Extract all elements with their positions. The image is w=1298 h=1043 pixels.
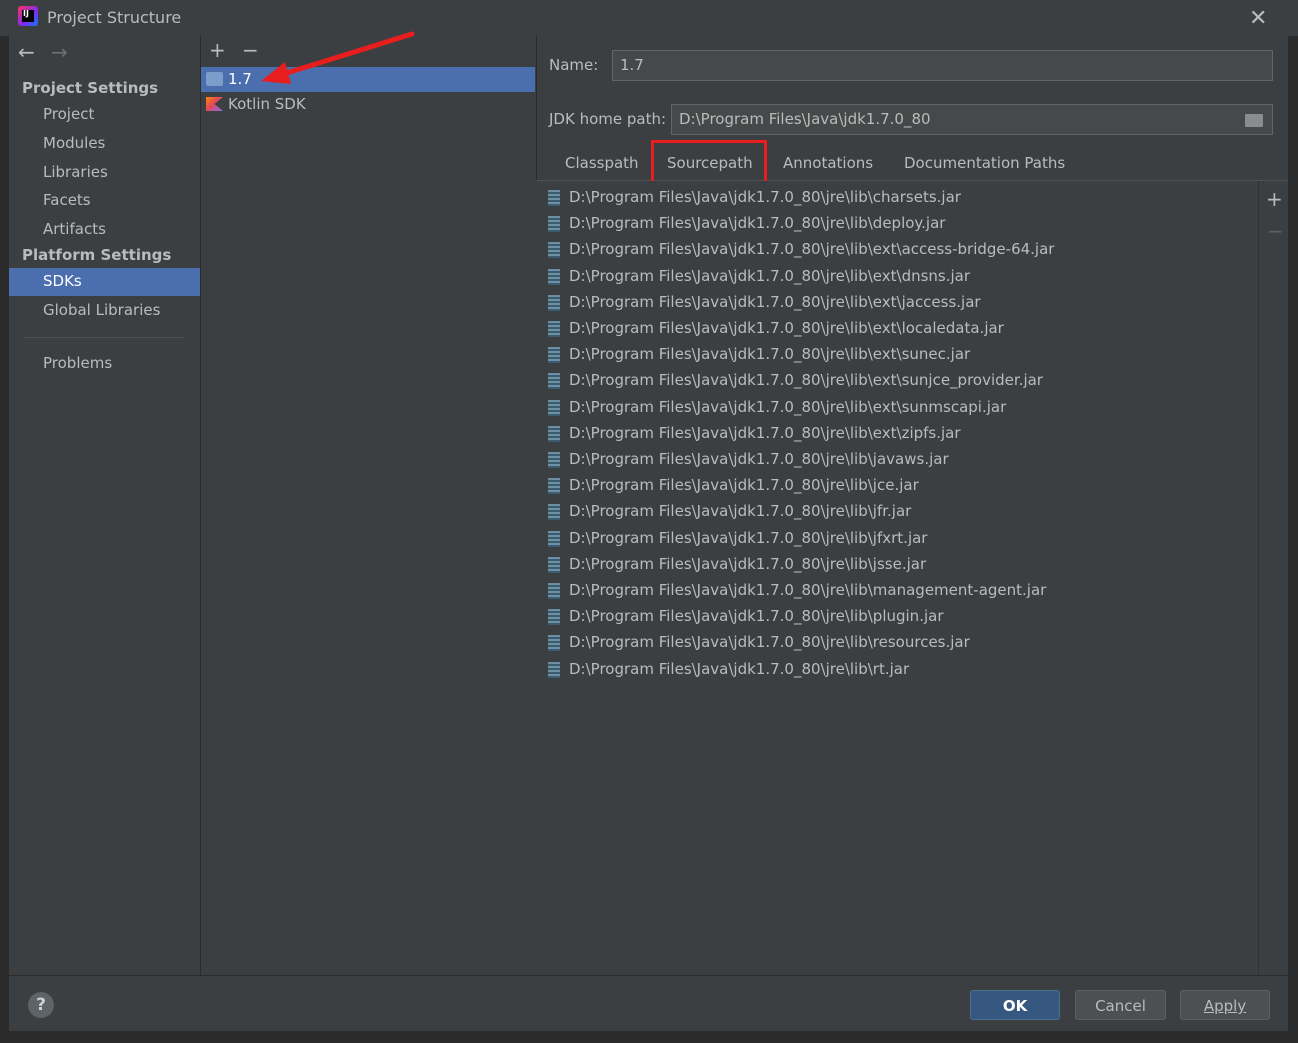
classpath-entry-text: D:\Program Files\Java\jdk1.7.0_80\jre\li… — [569, 607, 944, 626]
jar-file-icon — [548, 373, 560, 390]
sidebar-item-label: Global Libraries — [43, 301, 161, 319]
back-arrow-icon[interactable]: ← — [18, 40, 35, 64]
sidebar-item-problems[interactable]: Problems — [9, 350, 200, 378]
classpath-entry-text: D:\Program Files\Java\jdk1.7.0_80\jre\li… — [569, 476, 919, 495]
jar-file-icon — [548, 556, 560, 573]
classpath-entry-text: D:\Program Files\Java\jdk1.7.0_80\jre\li… — [569, 450, 949, 468]
sidebar-item-label: Facets — [43, 191, 91, 209]
classpath-entry-text: D:\Program Files\Java\jdk1.7.0_80\jre\li… — [569, 423, 961, 442]
cancel-button[interactable]: Cancel — [1075, 990, 1166, 1020]
jar-file-icon — [548, 452, 560, 468]
sidebar-item-global-libraries[interactable]: Global Libraries — [9, 297, 200, 325]
list-side-toolbar — [1258, 181, 1289, 975]
forward-arrow-icon[interactable]: → — [51, 40, 68, 64]
classpath-entry-text: D:\Program Files\Java\jdk1.7.0_80\jre\li… — [569, 528, 928, 547]
classpath-entry-text: D:\Program Files\Java\jdk1.7.0_80\jre\li… — [569, 581, 1047, 599]
classpath-entry-text: D:\Program Files\Java\jdk1.7.0_80\jre\li… — [569, 397, 1007, 416]
name-label: Name: — [549, 56, 599, 74]
help-icon[interactable]: ? — [28, 992, 54, 1018]
jar-file-icon — [548, 583, 560, 599]
sidebar-item-label: Artifacts — [43, 220, 106, 238]
jdk-folder-icon — [206, 72, 223, 86]
classpath-entry-text: D:\Program Files\Java\jdk1.7.0_80\jre\li… — [569, 345, 971, 364]
right-window-edge — [1288, 36, 1298, 1043]
classpath-entry-text: D:\Program Files\Java\jdk1.7.0_80\jre\li… — [569, 214, 946, 233]
sdk-item-label: 1.7 — [228, 70, 252, 88]
sidebar-item-project[interactable]: Project — [9, 101, 200, 129]
classpath-entry-text: D:\Program Files\Java\jdk1.7.0_80\jre\li… — [569, 502, 912, 521]
classpath-entry-text: D:\Program Files\Java\jdk1.7.0_80\jre\li… — [569, 319, 1004, 337]
classpath-entry-text: D:\Program Files\Java\jdk1.7.0_80\jre\li… — [569, 240, 1055, 259]
jar-file-icon — [548, 425, 560, 442]
remove-path-icon[interactable]: − — [1267, 219, 1284, 243]
name-field[interactable]: 1.7 — [612, 50, 1273, 81]
sidebar-item-label: SDKs — [43, 272, 82, 290]
sidebar-item-label: Problems — [43, 354, 113, 372]
jdk-home-path-label: JDK home path: — [549, 110, 667, 128]
jar-file-icon — [548, 635, 560, 652]
left-window-edge — [0, 36, 9, 1043]
ok-button[interactable]: OK — [970, 990, 1060, 1020]
jar-file-icon — [548, 347, 560, 364]
jar-file-icon — [548, 268, 560, 285]
classpath-entry-text: D:\Program Files\Java\jdk1.7.0_80\jre\li… — [569, 188, 961, 206]
sidebar-item-modules[interactable]: Modules — [9, 130, 200, 158]
tab-annotations[interactable]: Annotations — [783, 154, 873, 172]
sidebar-divider — [24, 337, 184, 338]
apply-button[interactable]: Apply — [1180, 990, 1270, 1020]
sdk-item-kotlin[interactable]: Kotlin SDK — [201, 92, 535, 117]
jar-file-icon — [548, 661, 560, 678]
classpath-entry-text: D:\Program Files\Java\jdk1.7.0_80\jre\li… — [569, 659, 910, 678]
classpath-entry-text: D:\Program Files\Java\jdk1.7.0_80\jre\li… — [569, 554, 927, 573]
jar-file-icon — [548, 242, 560, 259]
sidebar-item-facets[interactable]: Facets — [9, 187, 200, 215]
tab-classpath[interactable]: Classpath — [565, 154, 639, 172]
window-title: Project Structure — [47, 8, 182, 27]
intellij-idea-icon: IJ — [18, 6, 38, 26]
jar-file-icon — [548, 294, 560, 311]
jar-file-icon — [548, 530, 560, 547]
platform-settings-header: Platform Settings — [22, 246, 172, 264]
jar-file-icon — [548, 321, 560, 337]
app-icon-text: IJ — [23, 9, 29, 18]
add-sdk-icon[interactable]: + — [209, 38, 226, 62]
project-settings-header: Project Settings — [22, 79, 159, 97]
jar-file-icon — [548, 478, 560, 495]
jar-file-icon — [548, 216, 560, 233]
sdk-item-label: Kotlin SDK — [228, 95, 306, 113]
add-path-icon[interactable]: + — [1266, 187, 1283, 211]
kotlin-icon — [206, 97, 223, 111]
sidebar-item-label: Libraries — [43, 163, 108, 181]
sidebar-item-label: Project — [43, 105, 95, 123]
sidebar-item-artifacts[interactable]: Artifacts — [9, 216, 200, 244]
jar-file-icon — [548, 504, 560, 521]
title-bar — [0, 0, 1298, 36]
jar-file-icon — [548, 609, 560, 626]
sidebar-item-sdks[interactable]: SDKs — [9, 268, 200, 296]
classpath-entry-text: D:\Program Files\Java\jdk1.7.0_80\jre\li… — [569, 292, 981, 311]
browse-folder-icon[interactable] — [1244, 112, 1266, 128]
red-arrow-annotation — [261, 31, 415, 84]
jar-file-icon — [548, 190, 560, 206]
close-icon[interactable]: ✕ — [1249, 6, 1267, 31]
classpath-entry-text: D:\Program Files\Java\jdk1.7.0_80\jre\li… — [569, 266, 971, 285]
jdk-home-path-field[interactable]: D:\Program Files\Java\jdk1.7.0_80 — [671, 104, 1273, 135]
tab-documentation-paths[interactable]: Documentation Paths — [904, 154, 1065, 172]
bottom-window-edge — [0, 1031, 1298, 1043]
classpath-entry-text: D:\Program Files\Java\jdk1.7.0_80\jre\li… — [569, 633, 970, 652]
sidebar-item-libraries[interactable]: Libraries — [9, 159, 200, 187]
classpath-entry-text: D:\Program Files\Java\jdk1.7.0_80\jre\li… — [569, 371, 1043, 390]
sdk-list-panel — [200, 36, 537, 975]
sidebar-item-label: Modules — [43, 134, 106, 152]
jar-file-icon — [548, 399, 560, 416]
